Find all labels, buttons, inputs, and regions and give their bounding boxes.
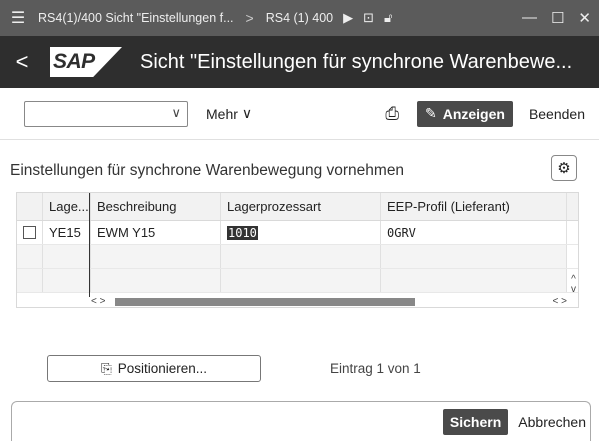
titlebar-icons: ▶ ⊡ 🔓︎ — [343, 10, 392, 26]
lagerprozessart-input[interactable]: 1010 — [227, 225, 258, 240]
system-label: RS4 (1) 400 — [265, 11, 334, 25]
empty-cell — [221, 245, 381, 268]
column-header-beschreibung[interactable]: Beschreibung — [91, 193, 221, 220]
row-checkbox[interactable] — [23, 226, 36, 239]
positionieren-button[interactable]: ⎘ Positionieren... — [47, 355, 261, 382]
maximize-icon[interactable]: ☐ — [551, 9, 564, 27]
column-header-lagerprozessart[interactable]: Lagerprozessart — [221, 193, 381, 220]
empty-cell — [91, 269, 221, 292]
sichern-button[interactable]: Sichern — [442, 408, 509, 435]
fixed-column-divider — [89, 193, 90, 297]
lock-icon[interactable]: 🔓︎ — [384, 10, 392, 26]
position-icon: ⎘ — [100, 360, 112, 376]
close-icon[interactable]: ✕ — [578, 9, 591, 27]
empty-cell — [43, 245, 91, 268]
table-row[interactable]: YE15 EWM Y15 1010 0GRV — [17, 221, 578, 245]
horizontal-scroll-thumb[interactable] — [115, 298, 415, 306]
cell-lagerprozessart[interactable]: 1010 — [221, 221, 381, 244]
chevron-down-icon: ∨ — [171, 104, 181, 120]
action-select[interactable]: ∨ — [24, 100, 188, 127]
abbrechen-button[interactable]: Abbrechen — [518, 414, 586, 430]
anzeigen-label: Anzeigen — [442, 105, 505, 122]
window-controls: — ☐ ✕ — [522, 9, 591, 27]
mehr-label: Mehr — [206, 105, 238, 122]
window-title: RS4(1)/400 Sicht "Einstellungen f... — [38, 11, 234, 25]
sap-logo: SAP — [50, 47, 122, 77]
column-header-eep-profil[interactable]: EEP-Profil (Lieferant) — [381, 193, 567, 220]
minimize-icon[interactable]: — — [522, 9, 537, 27]
empty-cell — [381, 269, 567, 292]
section-title: Einstellungen für synchrone Warenbewegun… — [10, 162, 405, 179]
column-header-lager[interactable]: Lage... — [43, 193, 91, 220]
row-selector — [17, 245, 43, 268]
transaction-icon[interactable]: ⊡ — [363, 10, 374, 26]
app-header: < SAP Sicht "Einstellungen für synchrone… — [0, 36, 599, 88]
cell-lager: YE15 — [43, 221, 91, 244]
footer-bar: Sichern Abbrechen — [11, 401, 591, 441]
toolbar: ∨ Mehr ∨ ⎙ ✎ Anzeigen Beenden — [0, 88, 599, 140]
table-row[interactable] — [17, 269, 578, 293]
beenden-button[interactable]: Beenden — [529, 106, 585, 122]
settings-button[interactable]: ⚙ — [551, 155, 577, 181]
empty-cell — [91, 245, 221, 268]
scroll-down-icon[interactable]: v — [571, 285, 576, 295]
mehr-menu[interactable]: Mehr ∨ — [206, 105, 252, 122]
scroll-left-right-icon[interactable]: < > — [91, 296, 105, 307]
cell-eep-profil[interactable]: 0GRV — [381, 221, 567, 244]
select-all-column[interactable] — [17, 193, 43, 220]
back-button[interactable]: < — [0, 49, 44, 75]
table-row[interactable] — [17, 245, 578, 269]
breadcrumb-separator: > — [245, 10, 254, 26]
data-table: Lage... Beschreibung Lagerprozessart EEP… — [16, 192, 579, 308]
row-selector[interactable] — [17, 221, 43, 244]
window-titlebar: ☰ RS4(1)/400 Sicht "Einstellungen f... >… — [0, 0, 599, 36]
display-icon: ✎ — [424, 105, 437, 121]
table-header: Lage... Beschreibung Lagerprozessart EEP… — [17, 193, 578, 221]
empty-cell — [43, 269, 91, 292]
cell-beschreibung: EWM Y15 — [91, 221, 221, 244]
hamburger-menu-icon[interactable]: ☰ — [4, 8, 32, 28]
row-selector — [17, 269, 43, 292]
empty-cell — [221, 269, 381, 292]
gear-icon: ⚙ — [557, 160, 571, 177]
play-icon[interactable]: ▶ — [343, 10, 353, 26]
scroll-left-right-icon[interactable]: < > — [553, 296, 567, 307]
print-icon[interactable]: ⎙ — [385, 104, 399, 124]
positionieren-label: Positionieren... — [117, 361, 208, 376]
empty-cell — [381, 245, 567, 268]
chevron-down-icon: ∨ — [241, 105, 253, 121]
page-title: Sicht "Einstellungen für synchrone Waren… — [140, 50, 573, 73]
vertical-scrollbar[interactable]: ^ v — [571, 275, 576, 295]
anzeigen-button[interactable]: ✎ Anzeigen — [416, 100, 513, 127]
entry-count: Eintrag 1 von 1 — [330, 361, 421, 376]
horizontal-scrollbar[interactable]: < > < > — [91, 296, 571, 307]
